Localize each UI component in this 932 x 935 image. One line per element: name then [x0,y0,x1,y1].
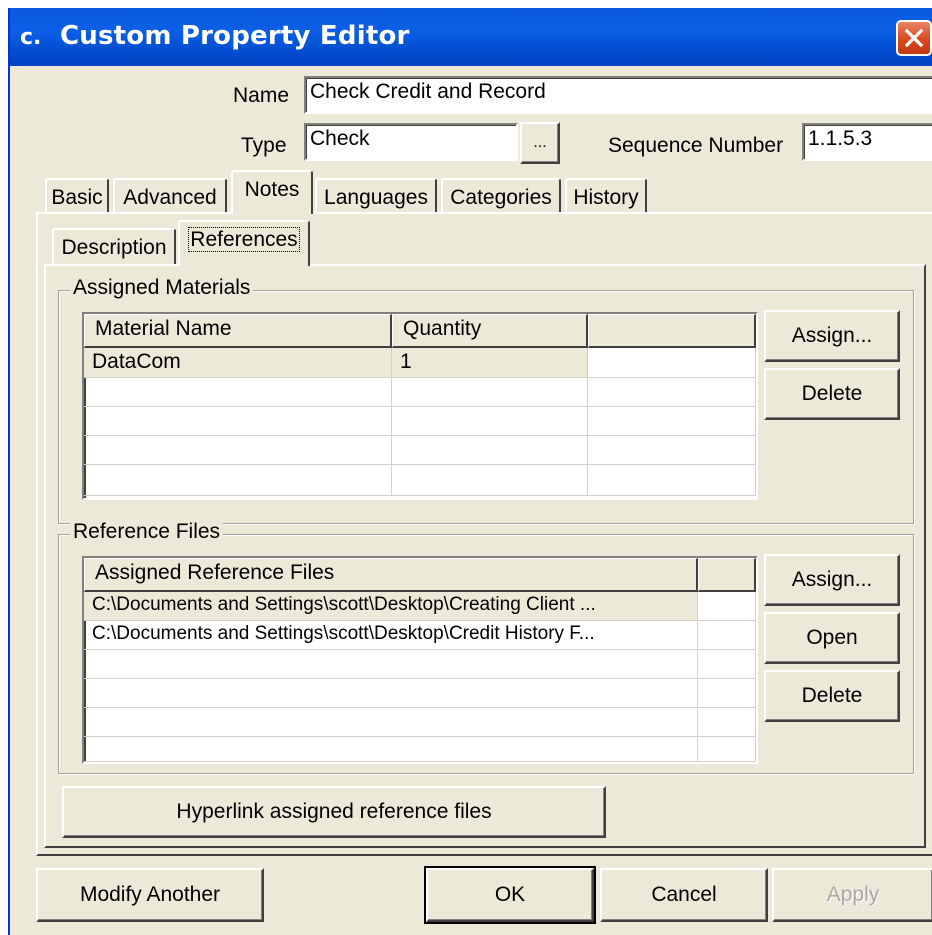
reference-files-title: Reference Files [70,520,224,544]
materials-empty-cell [84,407,392,436]
tab-notes[interactable]: Notes [231,170,313,214]
reference-assign-button[interactable]: Assign... [764,554,900,606]
materials-header-quantity[interactable]: Quantity [392,314,588,348]
materials-header-material-name[interactable]: Material Name [84,314,392,348]
materials-empty-cell [588,378,756,407]
type-field[interactable]: Check [304,123,518,161]
app-icon: c. [20,25,42,50]
reference-files-header[interactable]: Assigned Reference Files [84,558,698,592]
materials-assign-button[interactable]: Assign... [764,310,900,362]
materials-grid[interactable]: Material Name Quantity DataCom 1 [82,312,758,500]
materials-empty-cell [392,465,588,496]
cancel-button[interactable]: Cancel [600,868,768,922]
tab-basic[interactable]: Basic [45,178,109,212]
reference-file-row[interactable]: C:\Documents and Settings\scott\Desktop\… [84,592,698,621]
tab-history[interactable]: History [565,178,647,212]
subtab-references[interactable]: References [178,220,310,266]
ok-button[interactable]: OK [424,866,596,924]
materials-empty-cell [588,465,756,496]
materials-empty-cell [84,378,392,407]
sequence-number-field[interactable]: 1.1.5.3 [802,123,932,161]
assigned-materials-title: Assigned Materials [70,276,254,300]
reference-file-row-extra[interactable] [698,621,756,650]
materials-delete-button[interactable]: Delete [764,368,900,420]
materials-empty-cell [392,378,588,407]
reference-open-button[interactable]: Open [764,612,900,664]
reference-files-header-extra[interactable] [698,558,756,592]
tab-languages[interactable]: Languages [315,178,437,212]
notes-tab-panel: Description References Assigned Material… [36,212,932,856]
materials-empty-cell [392,407,588,436]
materials-cell-quantity[interactable]: 1 [392,348,588,378]
materials-empty-cell [392,436,588,465]
title-bar[interactable]: c. Custom Property Editor [10,8,932,66]
type-browse-button[interactable]: ... [520,122,560,164]
hyperlink-reference-files-button[interactable]: Hyperlink assigned reference files [62,786,606,838]
materials-cell-name[interactable]: DataCom [84,348,392,378]
tab-advanced[interactable]: Advanced [113,178,227,212]
tab-categories[interactable]: Categories [441,178,561,212]
reference-files-empty-cell [698,708,756,737]
reference-file-row-extra[interactable] [698,592,756,621]
custom-property-editor-window: c. Custom Property Editor Name Check Cre… [8,8,932,935]
reference-files-empty-cell [84,679,698,708]
materials-empty-cell [84,465,392,496]
modify-another-button[interactable]: Modify Another [36,868,264,922]
apply-button: Apply [772,868,932,922]
reference-delete-button[interactable]: Delete [764,670,900,722]
reference-files-empty-cell [84,737,698,762]
materials-empty-cell [588,436,756,465]
reference-files-empty-cell [698,679,756,708]
type-label: Type [241,134,287,157]
materials-empty-cell [588,407,756,436]
materials-cell-extra[interactable] [588,348,756,378]
reference-files-empty-cell [84,650,698,679]
name-label: Name [233,84,290,107]
materials-empty-cell [84,436,392,465]
name-field[interactable]: Check Credit and Record [304,76,932,114]
close-button[interactable] [896,20,932,56]
reference-files-empty-cell [698,650,756,679]
references-subtab-panel: Assigned Materials Material Name Quantit… [44,264,926,848]
subtab-description[interactable]: Description [52,228,176,264]
subtab-references-label: References [188,227,300,252]
reference-files-grid[interactable]: Assigned Reference Files C:\Documents an… [82,556,758,764]
window-title: Custom Property Editor [60,21,410,51]
reference-files-empty-cell [698,737,756,762]
reference-file-row[interactable]: C:\Documents and Settings\scott\Desktop\… [84,621,698,650]
reference-files-empty-cell [84,708,698,737]
materials-header-extra[interactable] [588,314,756,348]
close-icon [904,28,924,48]
sequence-number-label: Sequence Number [608,134,784,157]
